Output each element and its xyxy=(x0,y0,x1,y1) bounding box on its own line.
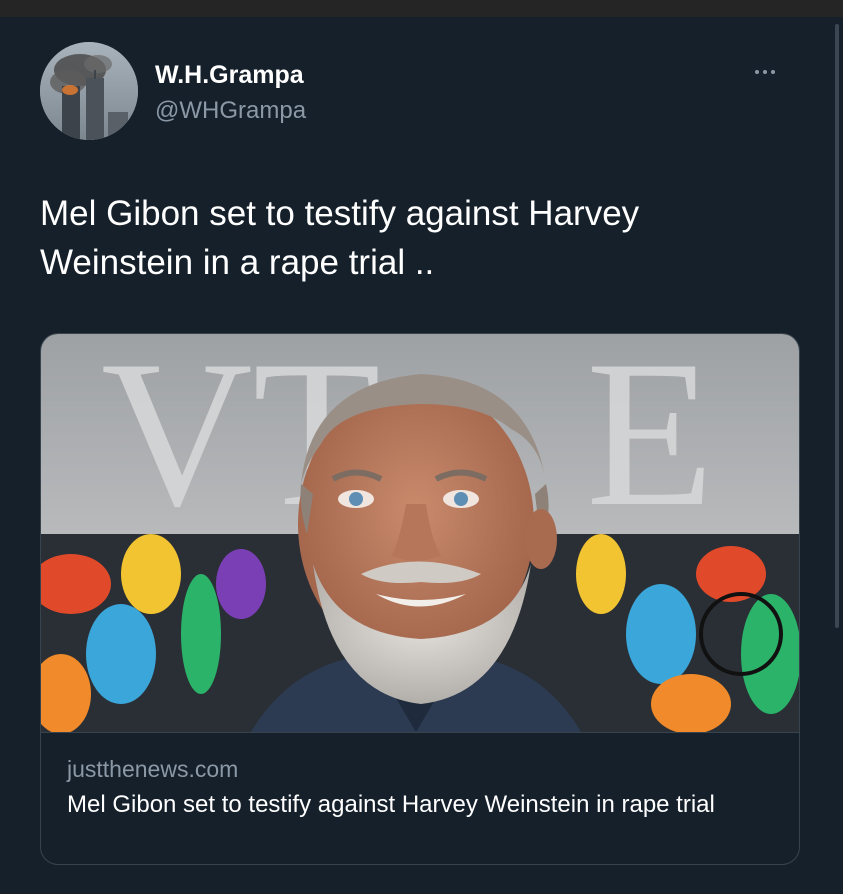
svg-text:E: E xyxy=(586,334,714,550)
author-name[interactable]: W.H.Grampa xyxy=(155,61,304,90)
tweet: W.H.Grampa @WHGrampa Mel Gibon set to te… xyxy=(0,17,843,894)
tweet-text: Mel Gibon set to testify against Harvey … xyxy=(40,194,640,282)
card-domain[interactable]: justthenews.com xyxy=(67,756,238,783)
link-card[interactable]: VT E justthenews.com Mel Gibon set to te… xyxy=(40,333,800,865)
card-title[interactable]: Mel Gibon set to testify against Harvey … xyxy=(67,789,767,821)
top-status-bar xyxy=(0,0,843,17)
twin-towers-avatar-icon xyxy=(40,42,138,140)
author-handle[interactable]: @WHGrampa xyxy=(155,97,306,125)
more-options-icon[interactable] xyxy=(745,57,785,87)
avatar[interactable] xyxy=(40,42,138,140)
card-divider xyxy=(41,732,799,733)
man-portrait-photo-icon: VT E xyxy=(41,334,799,732)
card-image[interactable]: VT E xyxy=(41,334,799,732)
